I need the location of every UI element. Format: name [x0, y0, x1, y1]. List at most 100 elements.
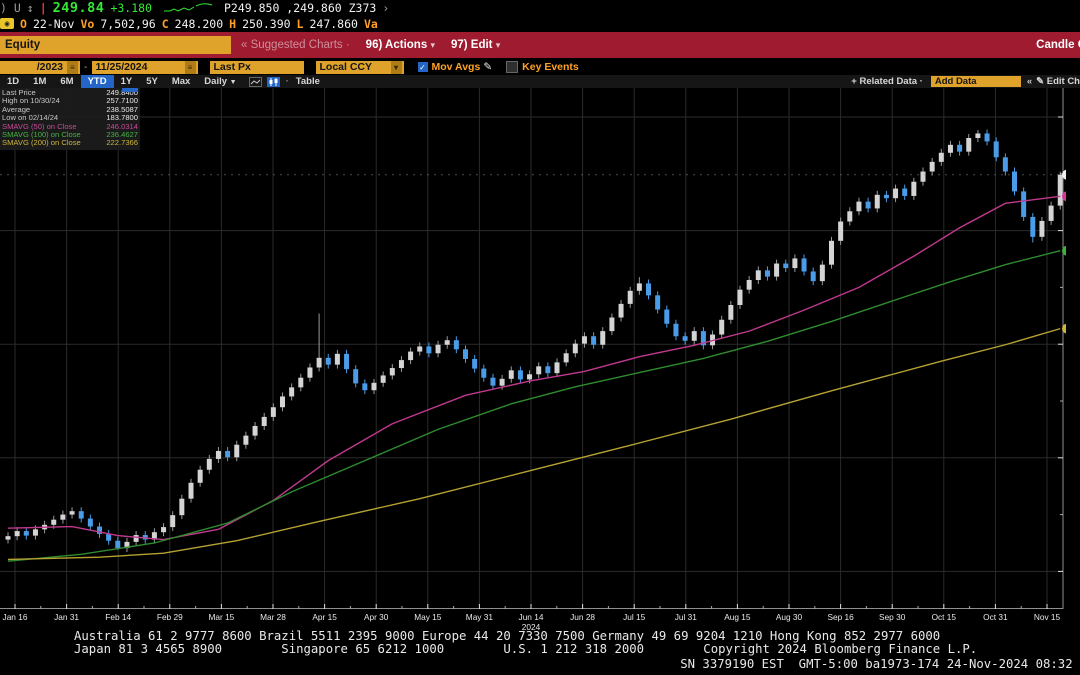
- x-tick-label: Feb 29: [157, 612, 183, 622]
- date-from-value: /2023: [37, 61, 63, 73]
- line-chart-icon[interactable]: [249, 77, 262, 87]
- chevron-down-icon: ▾: [430, 40, 435, 50]
- x-tick-label: Sep 30: [879, 612, 905, 622]
- frequency-select[interactable]: Daily ▼: [197, 75, 243, 88]
- x-tick-label: Mar 15: [208, 612, 234, 622]
- add-data-placeholder: Add Data: [935, 76, 977, 87]
- actions-label: 96) Actions: [366, 39, 428, 51]
- legend-row: SMAVG (200) on Close 222.7366: [2, 139, 138, 147]
- table-button[interactable]: Table: [289, 75, 327, 88]
- period-button-max[interactable]: Max: [165, 75, 197, 88]
- key-events-label: Key Events: [522, 61, 579, 73]
- x-tick-label: Jan 31: [54, 612, 79, 622]
- x-tick-label: Jul 15: [623, 612, 645, 622]
- actions-menu[interactable]: 96) Actions ▾: [366, 39, 435, 51]
- quote-date: 22-Nov: [33, 17, 75, 31]
- chart-legend-panel: Last Price249.8400High on 10/30/24257.71…: [0, 88, 140, 150]
- date-range-separator: -: [84, 61, 88, 73]
- period-button-ytd[interactable]: YTD: [81, 75, 114, 88]
- open-value: 248.200: [175, 17, 223, 31]
- x-tick-label: Apr 15: [312, 612, 336, 622]
- legend-value: 222.7366: [106, 139, 138, 147]
- high-value: 250.390: [242, 17, 290, 31]
- add-data-input[interactable]: Add Data: [931, 76, 1021, 87]
- chevron-right-icon[interactable]: ›: [382, 1, 389, 15]
- edit-chart-button[interactable]: ✎ Edit Ch: [1036, 76, 1080, 87]
- footer-contact-line-2: Japan 81 3 4565 8900 Singapore 65 6212 1…: [0, 643, 1080, 656]
- low-value: 247.860: [309, 17, 357, 31]
- field-type-select[interactable]: Last Px: [210, 61, 304, 74]
- calendar-spinner-icon[interactable]: ≡: [185, 61, 196, 74]
- controls-row: /2023 ≡ - 11/25/2024 ≡ Last Px Local CCY…: [0, 59, 1080, 75]
- on-label: O: [20, 17, 27, 31]
- date-from-input[interactable]: /2023 ≡: [0, 61, 80, 74]
- related-data-button[interactable]: + Related Data ·: [851, 76, 923, 87]
- mov-avgs-checkbox[interactable]: ✓: [418, 62, 428, 72]
- x-tick-label: Aug 30: [776, 612, 802, 622]
- high-label: H: [229, 17, 236, 31]
- x-tick-label: Oct 31: [983, 612, 1007, 622]
- bloomberg-terminal-window: ) U ↕ | 249.84 +3.180 P249.850 ,249.860 …: [0, 0, 1080, 675]
- x-tick-label: Nov 15: [1034, 612, 1060, 622]
- date-to-value: 11/25/2024: [96, 61, 148, 73]
- x-axis-labels: Jan 16 Jan 31 Feb 14 Feb 29 Mar 15 Mar 28 Apr …: [0, 612, 1080, 630]
- x-tick-label: Jun 28: [570, 612, 595, 622]
- field-type-value: Last Px: [214, 61, 251, 73]
- frequency-value: Daily: [204, 76, 227, 87]
- period-buttons: 1D1M6MYTD1Y5YMax: [0, 75, 197, 88]
- legend-drag-handle[interactable]: [122, 88, 138, 92]
- legend-label: SMAVG (200) on Close: [2, 139, 81, 147]
- security-input[interactable]: Equity: [0, 36, 231, 54]
- chevrons-left-icon[interactable]: «: [1027, 76, 1032, 87]
- currency-select[interactable]: Local CCY ▾: [316, 61, 404, 74]
- low-label: L: [297, 17, 304, 31]
- currency-value: Local CCY: [320, 61, 373, 73]
- edit-menu[interactable]: 97) Edit ▾: [451, 39, 500, 51]
- period-toolbar: 1D1M6MYTD1Y5YMax Daily ▼ · Table + Relat…: [0, 75, 1080, 88]
- candle-chart-icon[interactable]: [267, 77, 280, 87]
- val-label: Va: [364, 17, 378, 31]
- key-events-checkbox[interactable]: [506, 61, 518, 73]
- period-button-1m[interactable]: 1M: [26, 75, 53, 88]
- period-button-1y[interactable]: 1Y: [114, 75, 140, 88]
- edit-pencil-icon[interactable]: ✎: [483, 61, 492, 73]
- period-button-1d[interactable]: 1D: [0, 75, 26, 88]
- open-label: C: [162, 17, 169, 31]
- suggested-charts-menu[interactable]: « Suggested Charts ·: [241, 39, 350, 51]
- period-button-5y[interactable]: 5Y: [139, 75, 165, 88]
- x-tick-label: Apr 30: [364, 612, 388, 622]
- quote-line-2: ◉ O 22-Nov Vo 7,502,96 C 248.200 H 250.3…: [0, 16, 1080, 31]
- chevron-down-icon: ▼: [230, 79, 237, 86]
- chevron-down-icon: ▾: [496, 40, 501, 50]
- period-button-6m[interactable]: 6M: [53, 75, 80, 88]
- security-value: Equity: [5, 39, 40, 51]
- ticker-fragment: ) U: [0, 1, 21, 15]
- edit-label: 97) Edit: [451, 39, 493, 51]
- x-tick-label: Jul 31: [675, 612, 697, 622]
- x-tick-label: May 15: [414, 612, 441, 622]
- x-tick-label: Jan 16: [3, 612, 28, 622]
- sparkline-icon: [162, 2, 214, 14]
- mov-avgs-label: Mov Avgs: [432, 61, 481, 73]
- bid-ask: P249.850 ,249.860 Z373: [224, 1, 376, 15]
- x-tick-label: Sep 16: [827, 612, 853, 622]
- candlestick-chart[interactable]: [0, 88, 1066, 610]
- quote-line-1: ) U ↕ | 249.84 +3.180 P249.850 ,249.860 …: [0, 1, 1080, 15]
- updown-icon: ↕: [27, 1, 34, 15]
- x-tick-label: Mar 28: [260, 612, 286, 622]
- last-price: 249.84: [53, 0, 105, 16]
- x-tick-label: Aug 15: [724, 612, 750, 622]
- x-tick-label: Oct 15: [932, 612, 956, 622]
- vol-value: 7,502,96: [100, 17, 155, 31]
- calendar-spinner-icon[interactable]: ≡: [67, 61, 78, 74]
- page-title: Candle C: [1036, 39, 1080, 51]
- terminal-status-line: SN 3379190 EST GMT-5:00 ba1973-174 24-No…: [0, 657, 1080, 671]
- alert-icon[interactable]: ◉: [0, 18, 14, 29]
- x-tick-label: Feb 14: [105, 612, 131, 622]
- date-to-input[interactable]: 11/25/2024 ≡: [92, 61, 198, 74]
- menu-bar: Equity « Suggested Charts · 96) Actions …: [0, 32, 1080, 58]
- chevron-down-icon[interactable]: ▾: [391, 61, 402, 74]
- price-separator: |: [40, 1, 47, 15]
- x-tick-label: May 31: [466, 612, 493, 622]
- vol-label: Vo: [80, 17, 94, 31]
